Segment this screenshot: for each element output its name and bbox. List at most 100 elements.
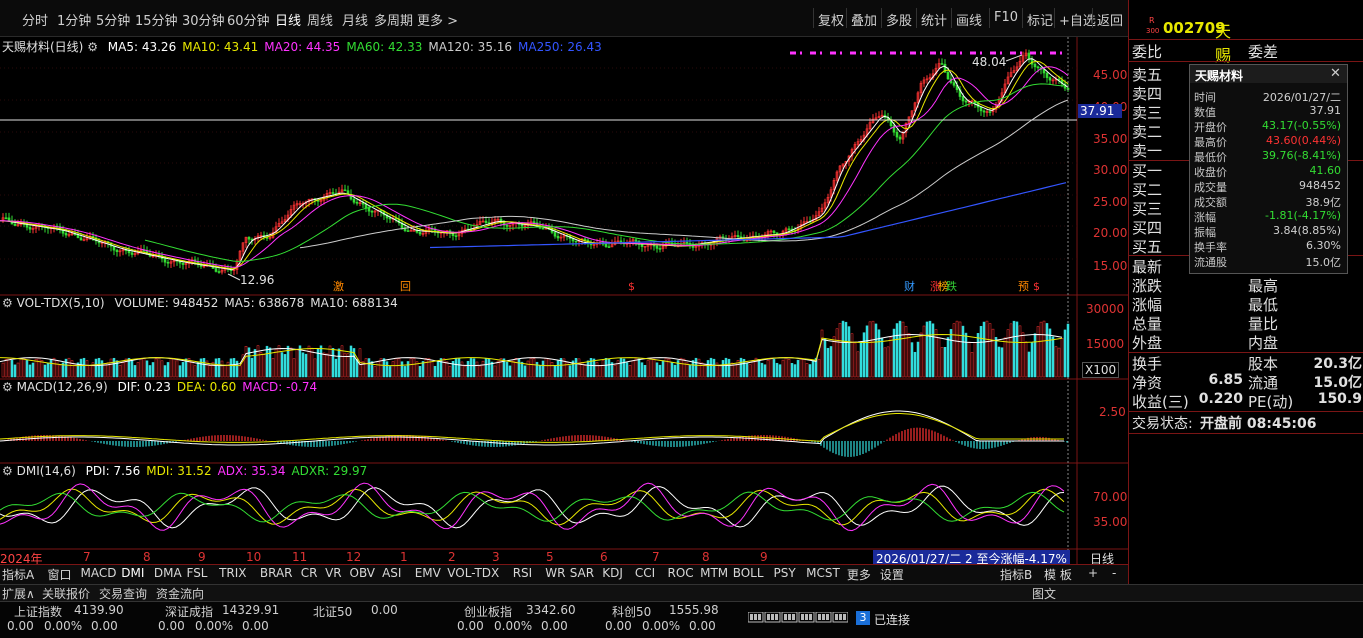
- volume-bar: [454, 358, 458, 378]
- footer-tab-graphic[interactable]: 图文: [1032, 585, 1056, 602]
- weibi-label: 委比: [1132, 43, 1163, 61]
- volume-bar: [802, 359, 806, 378]
- indicator-tab[interactable]: CR: [301, 566, 318, 580]
- indicator-tab[interactable]: PSY: [774, 566, 796, 580]
- indicator-tab[interactable]: VR: [325, 566, 342, 580]
- indicator-tab[interactable]: EMV: [415, 566, 441, 580]
- indicator-tab[interactable]: OBV: [350, 566, 376, 580]
- toolbar-button[interactable]: 标记: [1027, 10, 1053, 29]
- candle: [181, 262, 185, 265]
- candle: [76, 234, 80, 239]
- volume-bar: [1066, 323, 1070, 378]
- indicator-tab[interactable]: MACD: [81, 566, 117, 580]
- indicator-tab-right[interactable]: -: [1112, 566, 1116, 580]
- date-axis-label: 11: [292, 550, 308, 564]
- volume-bar: [943, 347, 947, 378]
- ind-settings-icon[interactable]: ⚙: [2, 296, 13, 310]
- volume-bar: [460, 361, 464, 378]
- volume-bar: [865, 325, 869, 378]
- period-tab[interactable]: 分时: [22, 10, 48, 29]
- footer-tab[interactable]: 资金流向: [156, 585, 204, 602]
- toolbar-button[interactable]: 统计: [921, 10, 947, 29]
- volume-bar: [595, 362, 599, 378]
- signal-bar-fill: [809, 614, 812, 620]
- connection-status[interactable]: 已连接: [874, 611, 910, 628]
- period-tab[interactable]: 多周期: [374, 10, 413, 29]
- indicator-tab[interactable]: DMA: [154, 566, 182, 580]
- toolbar-button[interactable]: 返回: [1097, 10, 1123, 29]
- indicator-tab[interactable]: 更多: [847, 566, 871, 583]
- footer-tab[interactable]: 扩展∧: [2, 585, 35, 602]
- volume-bar: [985, 320, 989, 378]
- indicator-tab-right[interactable]: 模 板: [1044, 566, 1072, 583]
- volume-bar: [277, 345, 281, 378]
- period-tab[interactable]: 15分钟: [135, 10, 178, 29]
- period-tab[interactable]: 1分钟: [57, 10, 91, 29]
- ind-settings-icon[interactable]: ⚙: [2, 464, 13, 478]
- period-tab[interactable]: 月线: [342, 10, 368, 29]
- volume-bar: [601, 360, 605, 378]
- indicator-tab[interactable]: BRAR: [260, 566, 293, 580]
- indicator-tab[interactable]: DMI: [121, 566, 144, 580]
- indicator-tab-right[interactable]: 指标B: [1000, 566, 1032, 583]
- indicator-tab[interactable]: SAR: [570, 566, 594, 580]
- period-tab[interactable]: 日线: [275, 10, 301, 29]
- volume-bar: [25, 360, 29, 378]
- indicator-tab[interactable]: RSI: [513, 566, 533, 580]
- toolbar-button[interactable]: F10: [994, 10, 1018, 25]
- indicator-tab[interactable]: MCST: [806, 566, 840, 580]
- volume-bar: [727, 358, 731, 378]
- vol-indicator-title: VOL-TDX(5,10): [16, 296, 105, 310]
- toolbar-button[interactable]: 多股: [886, 10, 912, 29]
- indicator-tab[interactable]: BOLL: [733, 566, 764, 580]
- volume-bar: [916, 341, 920, 378]
- toolbar-button[interactable]: 复权: [818, 10, 844, 29]
- volume-bar: [325, 353, 329, 378]
- indicator-tab[interactable]: VOL-TDX: [447, 566, 499, 580]
- indicator-tab[interactable]: 窗口: [48, 566, 72, 583]
- volume-bar: [811, 359, 815, 378]
- settings-icon[interactable]: ⚙: [87, 40, 98, 54]
- period-tab[interactable]: 30分钟: [182, 10, 225, 29]
- volume-bar: [109, 358, 113, 378]
- indicator-tab[interactable]: 设置: [880, 566, 904, 583]
- indicator-tab[interactable]: MTM: [700, 566, 728, 580]
- volume-bar: [550, 362, 554, 378]
- fund-value: 6.85: [1208, 372, 1243, 388]
- signal-bar-fill: [822, 614, 825, 620]
- volume-bar: [655, 362, 659, 378]
- indicator-tab[interactable]: FSL: [187, 566, 208, 580]
- volume-bar: [166, 362, 170, 378]
- footer-tab[interactable]: 关联报价: [42, 585, 90, 602]
- candle: [772, 230, 776, 233]
- indicator-tab[interactable]: ASI: [382, 566, 401, 580]
- period-tab[interactable]: 60分钟: [227, 10, 270, 29]
- indicator-tab[interactable]: 指标A: [2, 566, 34, 583]
- data-tooltip-window[interactable]: 天赐材料 ✕ 时间 2026/01/27/二 数值 37.91 开盘价 43.17(-0.…: [1189, 64, 1348, 274]
- index-name[interactable]: 科创50: [612, 603, 651, 620]
- index-name[interactable]: 深证成指: [165, 603, 213, 620]
- indicator-tab[interactable]: CCI: [635, 566, 655, 580]
- index-value: 14329.91: [222, 603, 280, 617]
- index-name[interactable]: 上证指数: [14, 603, 62, 620]
- toolbar-button[interactable]: +自选: [1059, 10, 1096, 29]
- index-name[interactable]: 创业板指: [464, 603, 512, 620]
- period-tab[interactable]: 更多 >: [417, 10, 458, 29]
- ind-settings-icon[interactable]: ⚙: [2, 380, 13, 394]
- toolbar-button[interactable]: 画线: [956, 10, 982, 29]
- period-tab[interactable]: 5分钟: [96, 10, 130, 29]
- index-name[interactable]: 北证50: [313, 603, 352, 620]
- indicator-tab[interactable]: WR: [545, 566, 565, 580]
- volume-bar: [763, 364, 767, 378]
- indicator-tab[interactable]: KDJ: [602, 566, 623, 580]
- footer-tab[interactable]: 交易查询: [99, 585, 147, 602]
- close-icon[interactable]: ✕: [1330, 66, 1341, 81]
- volume-bar: [10, 360, 14, 378]
- toolbar-button[interactable]: 叠加: [851, 10, 877, 29]
- indicator-tab[interactable]: ROC: [668, 566, 694, 580]
- candle: [4, 217, 8, 220]
- indicator-tab[interactable]: TRIX: [219, 566, 246, 580]
- indicator-tab-right[interactable]: +: [1088, 566, 1098, 580]
- period-tab[interactable]: 周线: [307, 10, 333, 29]
- tooltip-row-value: 43.60(0.44%): [1265, 134, 1341, 147]
